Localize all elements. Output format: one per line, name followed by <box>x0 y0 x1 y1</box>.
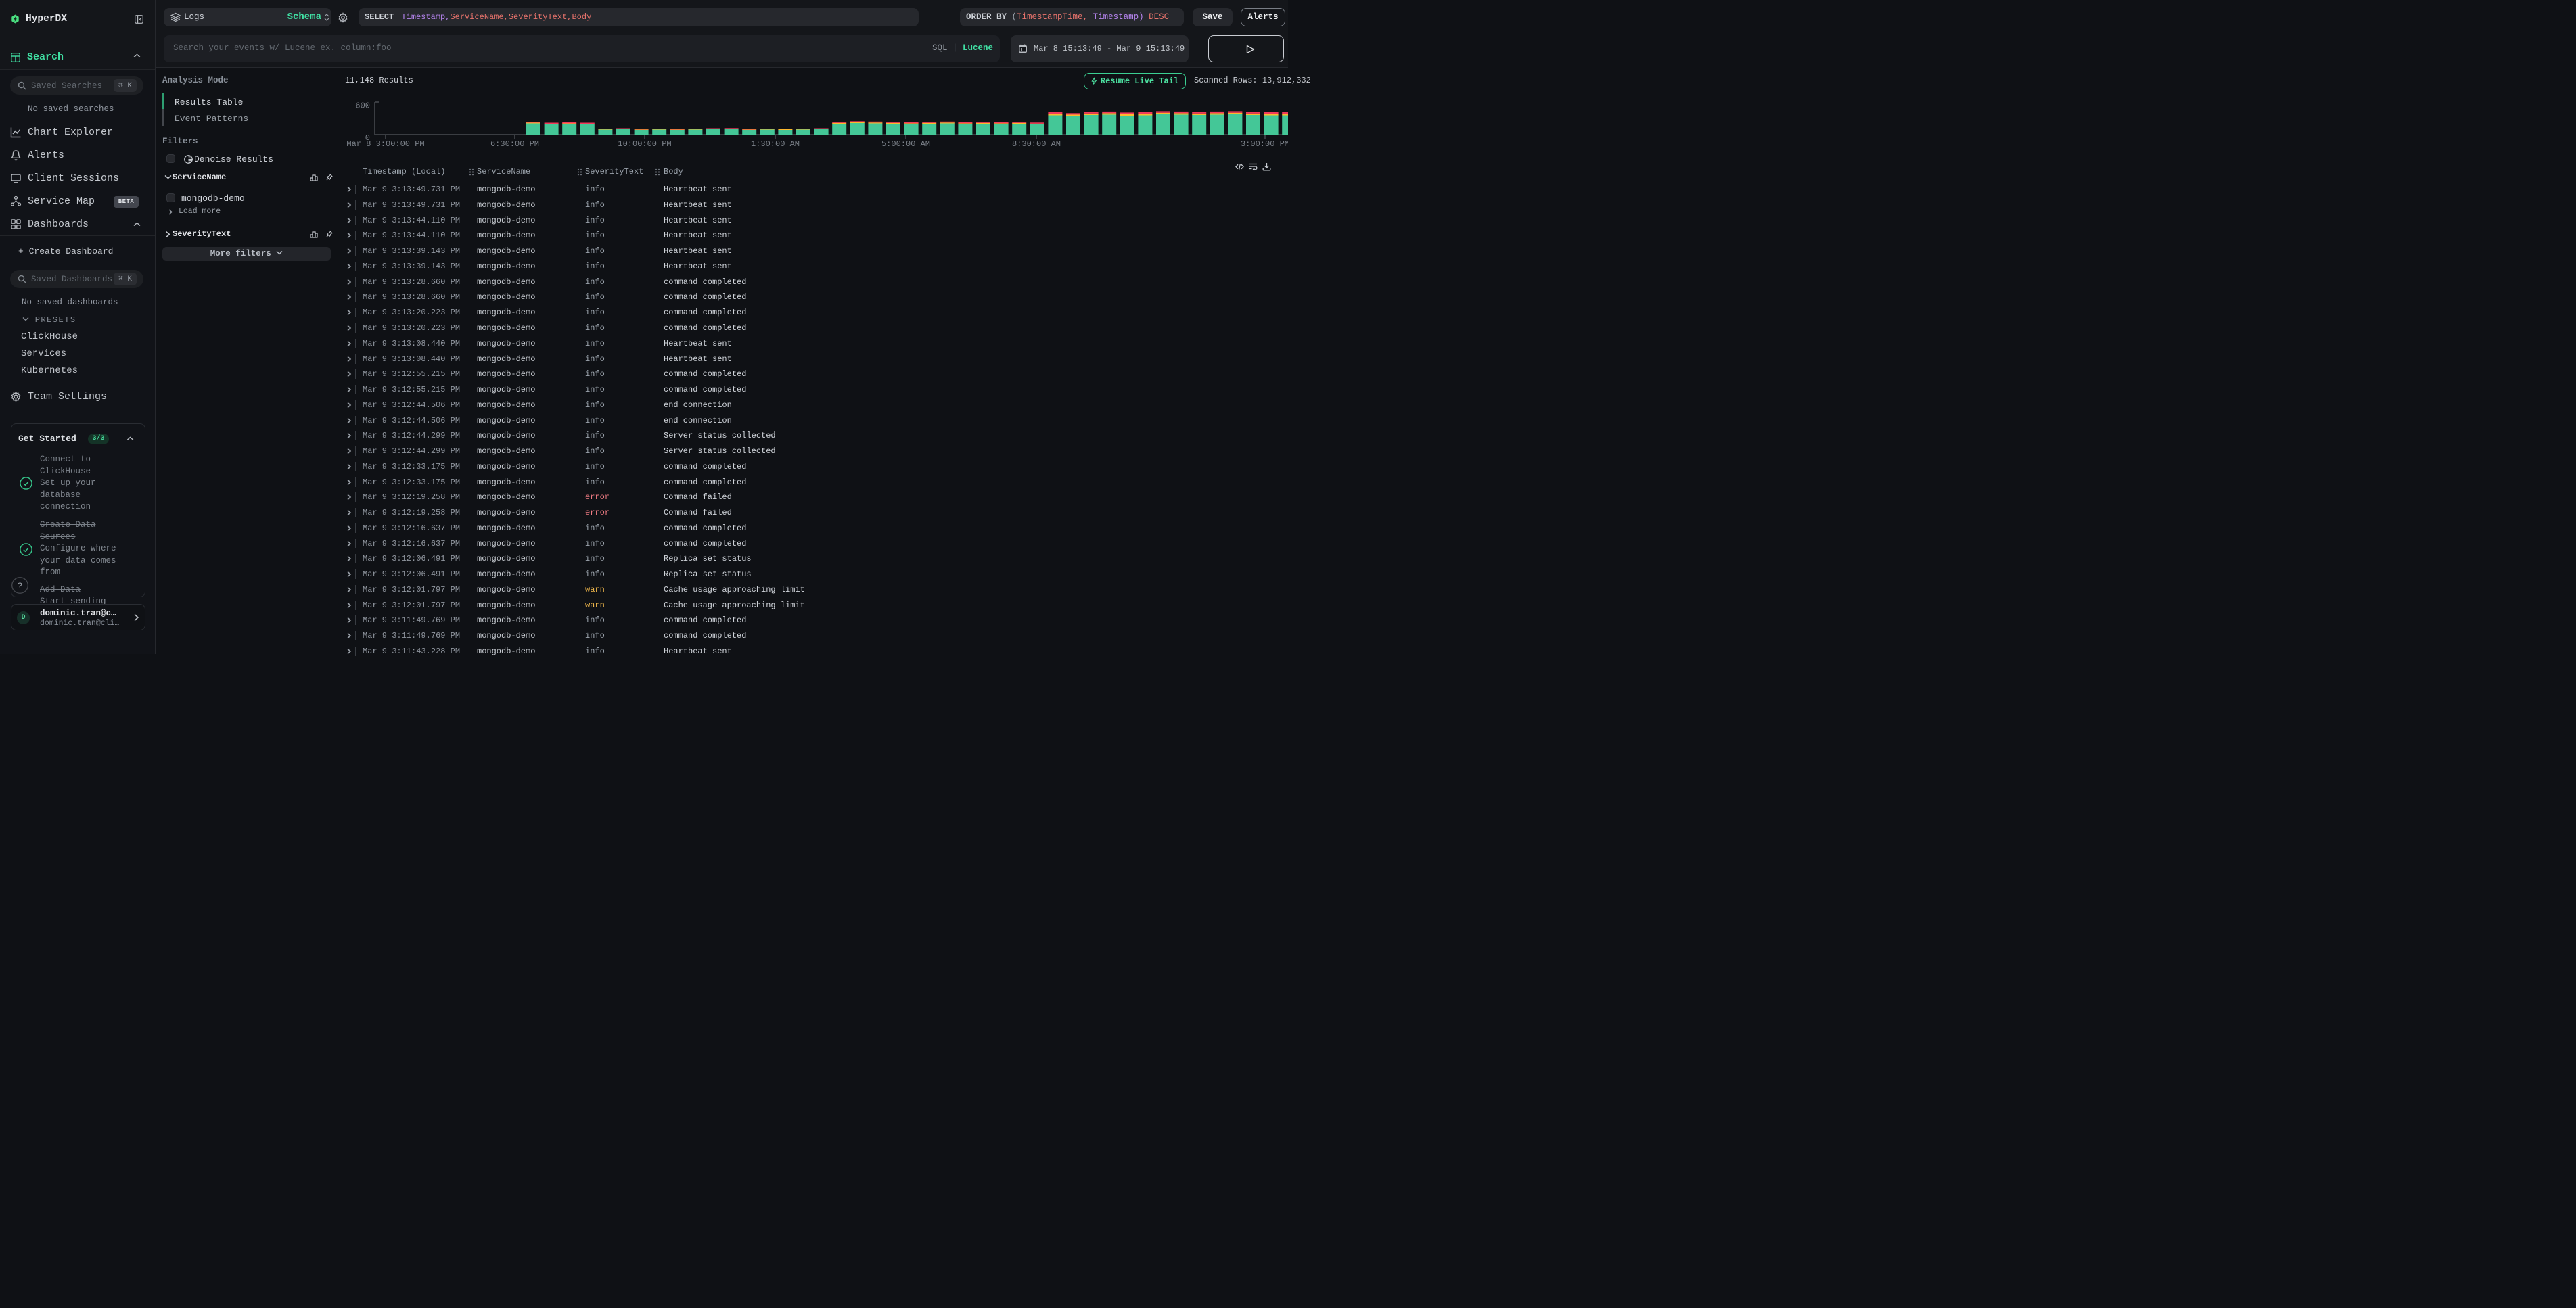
svg-text:10:00:00 PM: 10:00:00 PM <box>618 139 671 149</box>
svg-text:3:00:00 PM: 3:00:00 PM <box>1241 139 1288 149</box>
svg-text:6:30:00 PM: 6:30:00 PM <box>490 139 539 149</box>
svg-text:5:00:00 AM: 5:00:00 AM <box>881 139 930 149</box>
svg-text:1:30:00 AM: 1:30:00 AM <box>751 139 800 149</box>
svg-text:?: ? <box>18 581 23 591</box>
svg-text:600: 600 <box>355 101 370 111</box>
svg-text:8:30:00 AM: 8:30:00 AM <box>1012 139 1061 149</box>
svg-text:Mar 8 3:00:00 PM: Mar 8 3:00:00 PM <box>346 139 424 149</box>
